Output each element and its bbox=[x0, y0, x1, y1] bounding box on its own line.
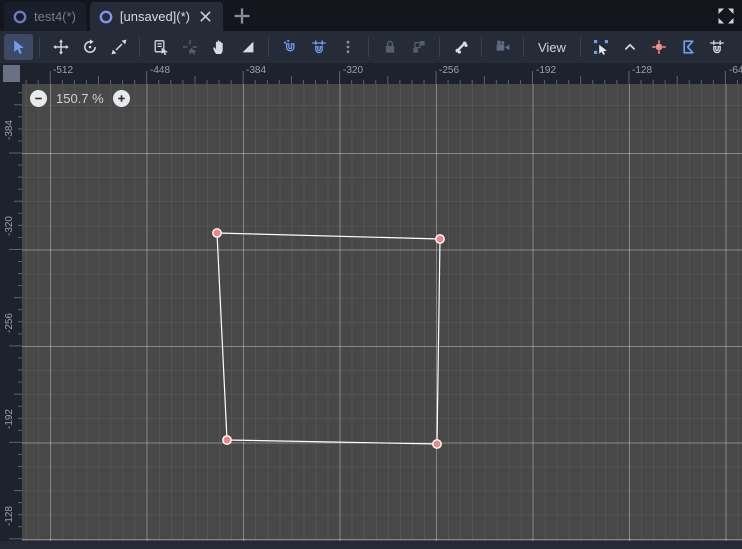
edit-points-button[interactable] bbox=[587, 34, 616, 60]
rotate-tool-icon bbox=[82, 39, 98, 55]
smart-snap-button[interactable] bbox=[275, 34, 304, 60]
list-select-icon bbox=[153, 39, 169, 55]
ruler-label: -192 bbox=[4, 409, 15, 430]
toolbar-separator bbox=[39, 37, 40, 57]
ruler-label: -320 bbox=[343, 65, 364, 76]
scene-tab-unsaved[interactable]: [unsaved](*) bbox=[89, 2, 223, 31]
grid-settings-icon bbox=[709, 39, 725, 55]
pan-tool-button[interactable] bbox=[204, 34, 233, 60]
polygon-vertex-handle[interactable] bbox=[435, 234, 445, 244]
ruler-label: -64 bbox=[729, 65, 742, 76]
add-point-icon bbox=[651, 39, 667, 55]
group-icon bbox=[411, 39, 427, 55]
rotate-tool-button[interactable] bbox=[75, 34, 104, 60]
ruler-label: -512 bbox=[53, 65, 74, 76]
toolbar-separator bbox=[481, 37, 482, 57]
ruler-label: -384 bbox=[246, 65, 267, 76]
scene-tab-test4[interactable]: test4(*) bbox=[4, 2, 86, 31]
polygon-overlay bbox=[212, 228, 445, 449]
ruler-label: -128 bbox=[4, 506, 15, 527]
toolbar-separator bbox=[139, 37, 140, 57]
viewport-canvas[interactable]: 150.7 % bbox=[22, 84, 742, 541]
lock-object-button[interactable] bbox=[375, 34, 404, 60]
godot-2d-editor: test4(*) [unsaved](*) View -512 -448 -384-… bbox=[0, 0, 742, 549]
polygon-vertex-handle[interactable] bbox=[212, 228, 222, 238]
collapse-toolbar-button[interactable] bbox=[616, 34, 645, 60]
plus-icon bbox=[117, 95, 125, 102]
ruler-corner bbox=[0, 63, 22, 84]
scene-circle-icon bbox=[12, 9, 28, 25]
toolbar-separator bbox=[368, 37, 369, 57]
ruler-tool-icon bbox=[240, 39, 256, 55]
select-tool-icon bbox=[11, 39, 27, 55]
chevron-up-icon bbox=[622, 39, 638, 55]
skeleton-menu-button[interactable] bbox=[488, 34, 517, 60]
move-tool-icon bbox=[52, 39, 69, 55]
expand-viewport-icon[interactable] bbox=[716, 6, 736, 26]
grid-snap-button[interactable] bbox=[304, 34, 333, 60]
bottom-panel-edge bbox=[0, 541, 742, 549]
scale-tool-icon bbox=[111, 39, 127, 55]
close-tab-icon[interactable] bbox=[198, 9, 213, 24]
ruler-label: -256 bbox=[439, 65, 460, 76]
ruler-label: -128 bbox=[632, 65, 653, 76]
bone-button[interactable] bbox=[446, 34, 475, 60]
toolbar-separator bbox=[268, 37, 269, 57]
bone-icon bbox=[453, 39, 469, 55]
ruler-tool-button[interactable] bbox=[233, 34, 262, 60]
zoom-out-button[interactable] bbox=[30, 90, 47, 107]
group-object-button[interactable] bbox=[404, 34, 433, 60]
scale-tool-button[interactable] bbox=[104, 34, 133, 60]
ruler-label: -256 bbox=[4, 313, 15, 334]
add-scene-tab-button[interactable] bbox=[231, 5, 253, 27]
scene-tab-bar: test4(*) [unsaved](*) bbox=[0, 0, 742, 31]
add-point-button[interactable] bbox=[645, 34, 674, 60]
scene-tab-label: test4(*) bbox=[34, 9, 76, 24]
lock-icon bbox=[382, 39, 398, 55]
zoom-control: 150.7 % bbox=[30, 90, 130, 107]
toolbar-separator bbox=[439, 37, 440, 57]
select-tool-button[interactable] bbox=[4, 34, 33, 60]
position-select-icon bbox=[182, 39, 198, 55]
ruler-label: -192 bbox=[536, 65, 557, 76]
grid-snap-icon bbox=[311, 39, 327, 55]
position-select-button[interactable] bbox=[175, 34, 204, 60]
scene-circle-icon bbox=[98, 9, 114, 25]
camera-icon bbox=[495, 39, 511, 55]
canvas-item-toolbar: View bbox=[0, 31, 742, 63]
zoom-percentage[interactable]: 150.7 % bbox=[56, 91, 104, 106]
pan-tool-icon bbox=[211, 39, 227, 55]
toolbar-separator bbox=[579, 37, 581, 57]
polygon-icon bbox=[680, 39, 696, 55]
ruler-label: -448 bbox=[150, 65, 171, 76]
polygon-edit-button[interactable] bbox=[674, 34, 703, 60]
horizontal-ruler: -512 -448 -384 -320 -256 -192 -128 -64 bbox=[22, 63, 742, 84]
polygon-vertex-handle[interactable] bbox=[222, 435, 232, 445]
dots-vertical-icon bbox=[340, 39, 356, 55]
vertical-ruler: -384 -320 -256 -192 -128 bbox=[0, 84, 22, 541]
edit-points-icon bbox=[593, 39, 609, 55]
ruler-label: -320 bbox=[4, 216, 15, 237]
ruler-label: -384 bbox=[4, 120, 15, 141]
list-select-button[interactable] bbox=[146, 34, 175, 60]
minus-icon bbox=[35, 97, 42, 100]
polygon-outline bbox=[216, 232, 441, 445]
toolbar-separator bbox=[523, 37, 524, 57]
view-menu-button[interactable]: View bbox=[530, 34, 574, 60]
scene-tab-label: [unsaved](*) bbox=[119, 9, 190, 24]
smart-snap-icon bbox=[282, 39, 298, 55]
polygon-vertex-handle[interactable] bbox=[432, 439, 442, 449]
move-tool-button[interactable] bbox=[46, 34, 75, 60]
snap-options-menu-button[interactable] bbox=[333, 34, 362, 60]
ruler-origin-box bbox=[2, 65, 20, 82]
snap-config-button[interactable] bbox=[703, 34, 732, 60]
zoom-in-button[interactable] bbox=[112, 90, 130, 107]
